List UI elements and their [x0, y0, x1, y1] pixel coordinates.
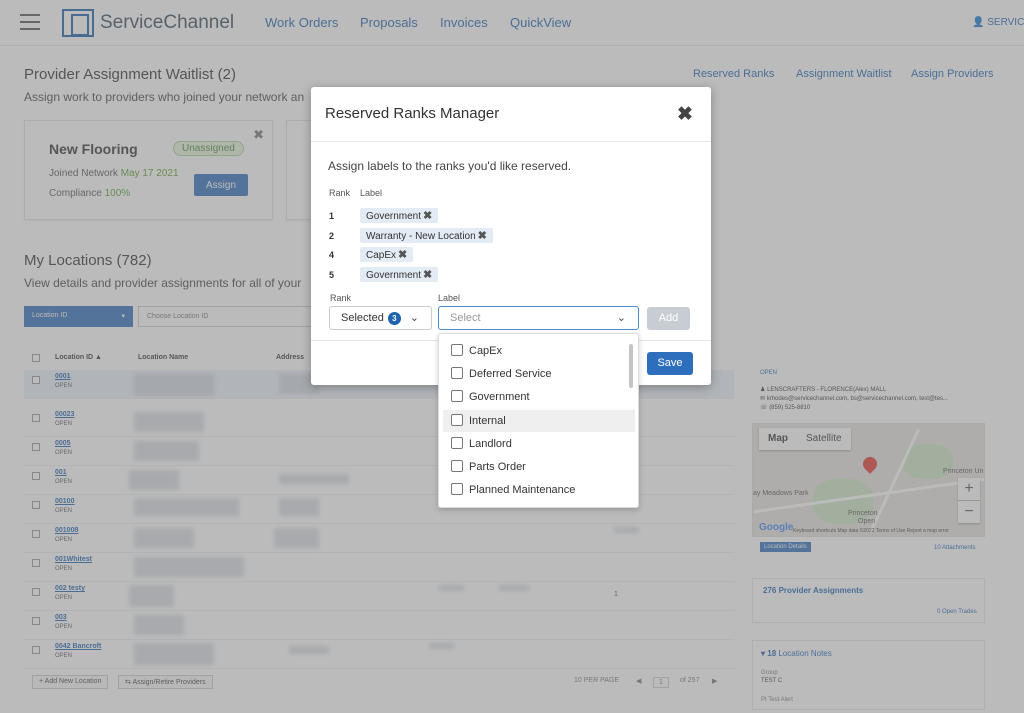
divider	[311, 141, 711, 142]
label-field-label: Label	[438, 293, 461, 303]
label-placeholder: Select	[450, 312, 481, 324]
close-icon[interactable]: ✖	[677, 103, 693, 126]
rank-column-header: Rank	[329, 188, 351, 198]
modal-instructions: Assign labels to the ranks you'd like re…	[328, 159, 572, 173]
dropdown-option[interactable]: Parts Order	[443, 456, 635, 478]
option-checkbox[interactable]	[451, 483, 463, 496]
label-column-header: Label	[360, 188, 383, 198]
dropdown-option[interactable]: Internal	[443, 409, 635, 432]
remove-chip-icon[interactable]: ✖	[423, 269, 432, 281]
dropdown-option[interactable]: Deferred Service	[443, 363, 635, 385]
label-dropdown-menu: CapEx Deferred Service Government Internal L…	[438, 333, 639, 508]
reserved-label-chip: Government ✖	[360, 208, 439, 223]
rank-multiselect[interactable]: Selected 3 ⌄	[329, 306, 432, 330]
reserved-rank-number: 4	[329, 250, 335, 260]
reserved-label-chip: Warranty - New Location ✖	[360, 228, 493, 243]
chip-label: Warranty - New Location	[366, 231, 476, 242]
chevron-down-icon: ⌄	[409, 312, 419, 324]
option-label: Government	[469, 391, 530, 404]
reserved-rank-number: 5	[329, 270, 335, 280]
remove-chip-icon[interactable]: ✖	[398, 249, 407, 261]
save-button[interactable]: Save	[647, 352, 693, 375]
option-checkbox[interactable]	[451, 390, 463, 403]
modal-title: Reserved Ranks Manager	[325, 105, 500, 122]
reserved-rank-number: 1	[329, 211, 335, 221]
option-checkbox[interactable]	[451, 413, 463, 426]
option-checkbox[interactable]	[451, 460, 463, 472]
dropdown-option[interactable]: Planned Maintenance	[443, 479, 635, 501]
reserved-label-chip: Government ✖	[360, 267, 439, 282]
rank-field-label: Rank	[330, 293, 352, 303]
option-label: CapEx	[469, 345, 503, 357]
chip-label: CapEx	[366, 250, 397, 261]
dropdown-option[interactable]: CapEx	[443, 340, 635, 362]
dropdown-scrollbar[interactable]	[629, 344, 633, 388]
option-label: Planned Maintenance	[469, 484, 576, 497]
add-button[interactable]: Add	[647, 307, 690, 330]
option-checkbox[interactable]	[451, 436, 463, 449]
remove-chip-icon[interactable]: ✖	[423, 210, 432, 222]
reserved-rank-number: 2	[329, 231, 335, 241]
chip-label: Government	[366, 211, 422, 222]
rank-selected-text: Selected	[341, 312, 384, 324]
option-checkbox[interactable]	[451, 367, 463, 380]
dropdown-option[interactable]: Government	[443, 386, 635, 408]
chevron-down-icon: ⌄	[616, 312, 626, 324]
option-label: Landlord	[469, 437, 512, 450]
rank-count-badge: 3	[387, 312, 401, 325]
remove-chip-icon[interactable]: ✖	[478, 230, 487, 242]
reserved-label-chip: CapEx ✖	[360, 247, 414, 262]
label-select[interactable]: Select ⌄	[438, 306, 639, 330]
option-checkbox[interactable]	[451, 344, 463, 356]
option-label: Parts Order	[469, 461, 526, 473]
option-label: Internal	[469, 414, 506, 427]
chip-label: Government	[366, 270, 422, 281]
dropdown-option[interactable]: Landlord	[443, 433, 635, 455]
option-label: Deferred Service	[469, 368, 552, 381]
